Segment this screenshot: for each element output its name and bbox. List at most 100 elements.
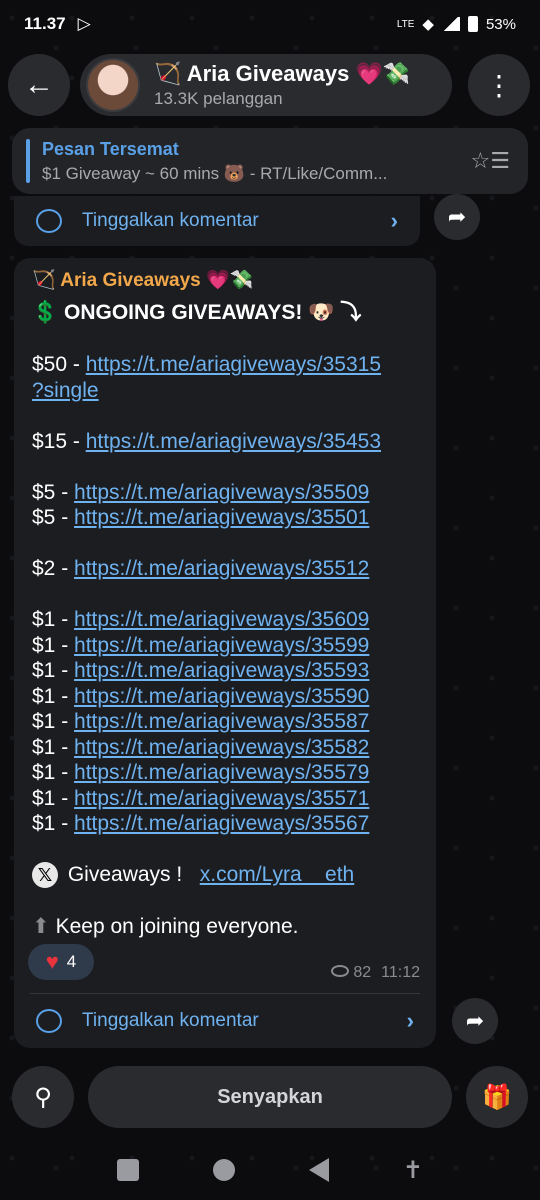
- giveaway-link[interactable]: https://t.me/ariagiveways/35587: [74, 710, 369, 733]
- recents-button[interactable]: [116, 1159, 139, 1181]
- giveaway-line: $5 - https://t.me/ariagiveways/35501: [32, 505, 418, 531]
- battery-percent: 53%: [485, 15, 516, 33]
- accessibility-icon[interactable]: ✝: [403, 1156, 423, 1185]
- giveaway-link[interactable]: https://t.me/ariagiveways/35571: [74, 787, 369, 810]
- message-channel-name[interactable]: 🏹 Aria Giveaways 💗💸: [32, 268, 418, 292]
- giveaway-link[interactable]: https://t.me/ariagiveways/35512: [74, 557, 369, 580]
- gift-button[interactable]: 🎁: [466, 1066, 528, 1128]
- giveaway-link[interactable]: https://t.me/ariagiveways/35315: [86, 353, 381, 376]
- eye-icon: [331, 965, 350, 977]
- channel-title: 🏹 Aria Giveaways 💗💸: [154, 61, 411, 86]
- giveaway-link[interactable]: https://t.me/ariagiveways/35579: [74, 761, 369, 784]
- message-headline: 💲 ONGOING GIVEAWAYS! 🐶 ⤵: [32, 301, 362, 324]
- reaction-count: 4: [66, 952, 77, 971]
- message-time: 11:12: [381, 964, 420, 981]
- giveaway-link[interactable]: https://t.me/ariagiveways/35582: [74, 736, 369, 759]
- comment-label: Tinggalkan komentar: [82, 1010, 259, 1031]
- battery-icon: [467, 16, 478, 32]
- reaction-heart[interactable]: ♥ 4: [28, 944, 94, 980]
- giveaway-line: $1 - https://t.me/ariagiveways/35599: [32, 633, 418, 659]
- giveaway-line: $1 - https://t.me/ariagiveways/35587: [32, 709, 418, 735]
- home-button[interactable]: [212, 1159, 235, 1181]
- chat-header: ← 🏹 Aria Giveaways 💗💸 13.3K pelanggan ⋮: [8, 52, 530, 118]
- x-profile-link[interactable]: x.com/Lyra__eth: [200, 863, 354, 886]
- heart-icon: ♥: [45, 949, 59, 974]
- chevron-right-icon: ›: [390, 208, 398, 233]
- comment-label: Tinggalkan komentar: [82, 210, 259, 231]
- pin-indicator: [26, 139, 30, 183]
- more-menu-button[interactable]: ⋮: [468, 54, 530, 116]
- comment-icon: [36, 1009, 62, 1033]
- prize-amount: $5 -: [32, 506, 75, 529]
- back-button[interactable]: ←: [8, 54, 70, 116]
- arrow-left-icon: ←: [24, 68, 54, 101]
- pinned-title: Pesan Tersemat: [42, 138, 179, 159]
- giveaway-link[interactable]: https://t.me/ariagiveways/35609: [74, 608, 369, 631]
- view-count: 82: [353, 964, 372, 981]
- more-vert-icon: ⋮: [485, 69, 513, 101]
- status-bar: 11.37 ▷ LTE ◆ 53%: [0, 0, 540, 48]
- share-icon: ➦: [447, 204, 467, 229]
- giveaway-link[interactable]: ?single: [32, 379, 99, 402]
- footer-text: Keep on joining everyone.: [55, 914, 299, 938]
- channel-info[interactable]: 🏹 Aria Giveaways 💗💸 13.3K pelanggan: [80, 54, 452, 116]
- system-nav-bar: ✝: [0, 1140, 540, 1200]
- giveaway-line: $1 - https://t.me/ariagiveways/35590: [32, 684, 418, 710]
- giveaway-line: $2 - https://t.me/ariagiveways/35512: [32, 556, 418, 582]
- prize-amount: $50 -: [32, 353, 86, 376]
- giveaway-line: ?single: [32, 378, 418, 404]
- pinned-preview: $1 Giveaway ~ 60 mins 🐻 - RT/Like/Comm..…: [42, 163, 388, 183]
- giveaway-line: $1 - https://t.me/ariagiveways/35571: [32, 786, 418, 812]
- giveaway-link[interactable]: https://t.me/ariagiveways/35567: [74, 812, 369, 835]
- share-button[interactable]: ➦: [452, 998, 498, 1044]
- giveaway-line: $1 - https://t.me/ariagiveways/35579: [32, 760, 418, 786]
- giveaway-line: $1 - https://t.me/ariagiveways/35593: [32, 658, 418, 684]
- giveaway-line: $1 - https://t.me/ariagiveways/35582: [32, 735, 418, 761]
- pinned-message[interactable]: Pesan Tersemat $1 Giveaway ~ 60 mins 🐻 -…: [12, 128, 528, 194]
- share-icon: ➦: [465, 1008, 485, 1033]
- comment-bar[interactable]: Tinggalkan komentar ›: [14, 994, 436, 1048]
- message-bubble: 🏹 Aria Giveaways 💗💸 💲 ONGOING GIVEAWAYS!…: [14, 258, 436, 1048]
- giveaway-link[interactable]: https://t.me/ariagiveways/35593: [74, 659, 369, 682]
- giveaway-line: $1 - https://t.me/ariagiveways/35567: [32, 811, 418, 837]
- network-label: LTE: [396, 18, 415, 30]
- prev-comment-bar[interactable]: Tinggalkan komentar ›: [14, 196, 420, 246]
- footer-line: ⬆ Keep on joining everyone.: [32, 914, 418, 940]
- share-button[interactable]: ➦: [434, 194, 480, 240]
- chevron-right-icon: ›: [406, 1008, 414, 1033]
- wifi-icon: ◆: [422, 16, 434, 33]
- giveaway-line: $15 - https://t.me/ariagiveways/35453: [32, 429, 418, 455]
- prize-amount: $1 -: [32, 761, 75, 784]
- prize-amount: $1 -: [32, 633, 75, 657]
- back-nav-button[interactable]: [308, 1158, 329, 1182]
- bottom-bar: ⚲ Senyapkan 🎁: [12, 1066, 528, 1128]
- up-arrow-icon: ⬆: [32, 914, 50, 938]
- comment-icon: [36, 209, 62, 233]
- pin-list-icon[interactable]: ☆☰: [471, 148, 510, 174]
- giveaway-link[interactable]: https://t.me/ariagiveways/35453: [86, 430, 381, 453]
- giveaway-link[interactable]: https://t.me/ariagiveways/35590: [74, 685, 369, 708]
- status-time: 11.37: [24, 14, 66, 33]
- giveaway-link[interactable]: https://t.me/ariagiveways/35599: [74, 634, 369, 657]
- prize-amount: $1 -: [32, 608, 75, 631]
- mute-button[interactable]: Senyapkan: [88, 1066, 452, 1128]
- giveaway-line: $5 - https://t.me/ariagiveways/35509: [32, 480, 418, 506]
- giveaway-link[interactable]: https://t.me/ariagiveways/35509: [74, 481, 369, 504]
- play-icon: ▷: [77, 14, 91, 33]
- prize-amount: $5 -: [32, 480, 75, 504]
- prize-amount: $2 -: [32, 557, 75, 580]
- giveaway-link[interactable]: https://t.me/ariagiveways/35501: [74, 506, 369, 529]
- search-button[interactable]: ⚲: [12, 1066, 74, 1128]
- x-logo-icon: 𝕏: [32, 862, 58, 889]
- signal-icon: [441, 17, 460, 31]
- avatar[interactable]: [86, 58, 140, 112]
- giveaway-line: $1 - https://t.me/ariagiveways/35609: [32, 607, 418, 633]
- giveaway-line: $50 - https://t.me/ariagiveways/35315: [32, 352, 418, 378]
- subscriber-count: 13.3K pelanggan: [154, 89, 283, 108]
- message-body: $50 - https://t.me/ariagiveways/35315 ?si…: [32, 352, 418, 862]
- prize-amount: $1 -: [32, 735, 75, 759]
- prize-amount: $15 -: [32, 429, 86, 453]
